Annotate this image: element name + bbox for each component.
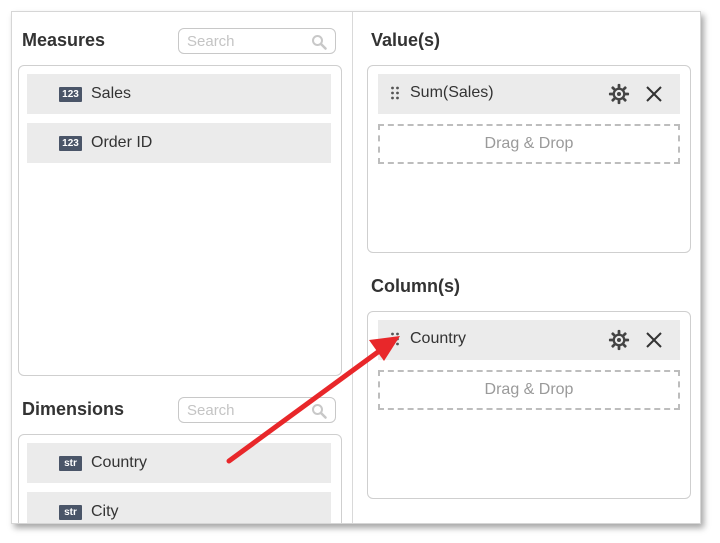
dimension-item-city[interactable]: str City [27, 492, 331, 523]
measures-search[interactable] [178, 28, 336, 54]
columns-heading: Column(s) [371, 276, 460, 296]
values-heading: Value(s) [371, 30, 441, 50]
measure-item-sales[interactable]: 123 Sales [27, 74, 331, 114]
column-field-country[interactable]: Country [378, 320, 680, 360]
column-divider [352, 12, 353, 523]
columns-drop-zone[interactable]: Drag & Drop [378, 370, 680, 410]
number-type-badge: 123 [59, 86, 82, 102]
measure-label: Order ID [91, 134, 153, 151]
dimensions-search[interactable] [178, 397, 336, 423]
value-field-label: Sum(Sales) [410, 84, 494, 101]
dimension-label: Country [91, 454, 148, 471]
values-drop-area[interactable]: Sum(Sales) Drag & Drop [367, 65, 691, 253]
measure-item-order-id[interactable]: 123 Order ID [27, 123, 331, 163]
measure-label: Sales [91, 85, 132, 102]
pivot-field-list: Measures 123 Sales 123 Order ID Dimensio… [11, 11, 701, 524]
drag-handle-icon[interactable] [390, 86, 400, 100]
value-field-sum-sales[interactable]: Sum(Sales) [378, 74, 680, 114]
drag-handle-icon[interactable] [390, 332, 400, 346]
measures-list: 123 Sales 123 Order ID [18, 65, 342, 376]
close-icon[interactable] [644, 330, 664, 350]
dimension-label: City [91, 503, 119, 520]
search-icon [312, 35, 327, 50]
values-drop-zone[interactable]: Drag & Drop [378, 124, 680, 164]
columns-drop-area[interactable]: Country Drag & Drop [367, 311, 691, 499]
number-type-badge: 123 [59, 135, 82, 151]
dimensions-heading: Dimensions [22, 399, 125, 419]
dimensions-list: str Country str City [18, 434, 342, 523]
string-type-badge: str [59, 455, 82, 471]
gear-icon[interactable] [608, 329, 630, 351]
column-field-label: Country [410, 330, 467, 347]
dimension-item-country[interactable]: str Country [27, 443, 331, 483]
search-icon [312, 404, 327, 419]
measures-heading: Measures [22, 30, 106, 50]
close-icon[interactable] [644, 84, 664, 104]
dimensions-search-input[interactable] [179, 398, 307, 422]
measures-search-input[interactable] [179, 29, 307, 53]
string-type-badge: str [59, 504, 82, 520]
gear-icon[interactable] [608, 83, 630, 105]
